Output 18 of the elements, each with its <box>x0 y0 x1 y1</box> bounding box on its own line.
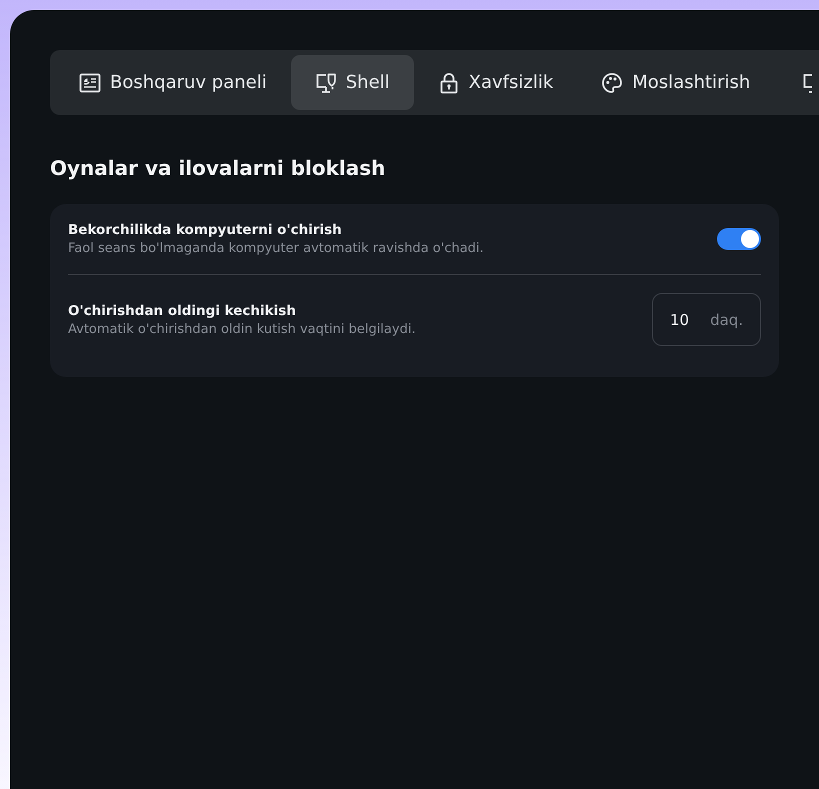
setting-description: Faol seans bo'lmaganda kompyuter avtomatik ravishda o'chadi. <box>68 240 484 258</box>
setting-title: Bekorchilikda kompyuterni o'chirish <box>68 221 343 240</box>
tab[interactable]: Xavfsizlik <box>414 55 578 110</box>
monitor-shield-icon <box>314 72 337 94</box>
unit-label: daq. <box>710 310 744 328</box>
toggle-switch[interactable] <box>717 228 761 250</box>
tab[interactable]: Shell <box>290 55 414 110</box>
field-value: 10 <box>670 310 690 328</box>
lock-icon <box>438 72 460 94</box>
number-field[interactable]: 10 daq. <box>652 293 761 346</box>
section-heading: Oynalar va ilovalarni bloklash <box>50 155 386 182</box>
tab[interactable]: Moslashtirish <box>577 55 774 110</box>
dashboard-icon <box>79 72 101 94</box>
setting-description: Avtomatik o'chirishdan oldin kutish vaqtini belgilaydi. <box>68 320 416 338</box>
monitor-icon <box>803 72 812 94</box>
tab[interactable]: Boshqaruv paneli <box>55 55 291 110</box>
setting-title: O'chirishdan oldingi kechikish <box>68 302 297 320</box>
palette-icon <box>601 72 624 94</box>
